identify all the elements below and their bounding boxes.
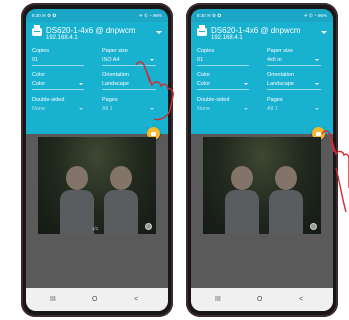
double-sided-label: Double-sided [32,97,65,103]
status-time: 8:30 ✉ ⚙ ✪ [197,13,222,18]
status-time: 8:30 ✉ ⚙ ✪ [32,13,57,18]
double-sided-caret[interactable] [79,108,83,110]
nav-bar: III O < [191,288,333,311]
paper-size-label: Paper size [102,48,128,54]
photo-dim-overlay [203,137,321,234]
printer-name[interactable]: DS620-1-4x6 @ dnpwcm [46,26,136,35]
paper-size-value[interactable]: 4x6 in [267,57,282,63]
color-label: Color [197,72,211,78]
paper-size-underline [267,65,321,66]
color-underline [32,89,84,90]
printer-icon [32,25,42,36]
orientation-label: Orientation [102,72,129,78]
copies-underline [197,65,249,66]
copies-value[interactable]: 01 [32,57,38,63]
pages-label: Pages [267,97,283,103]
nav-back-button[interactable]: < [134,288,138,311]
screen-right: 8:30 ✉ ⚙ ✪ ✈ ✆ ◔ 96% DS620-1-4x6 @ dnpwc… [191,9,333,311]
status-icons: ✈ ✆ ◔ 96% [303,13,327,18]
nav-bar: III O < [26,288,168,311]
double-sided-value[interactable]: None [197,106,210,112]
double-sided-value[interactable]: None [32,106,45,112]
color-value[interactable]: Color [197,81,210,87]
color-caret[interactable] [79,83,83,85]
orientation-underline [267,89,321,90]
printer-ip: 192.168.4.1 [211,35,243,41]
orientation-value[interactable]: Landscape [102,81,129,87]
phone-right: 8:30 ✉ ⚙ ✪ ✈ ✆ ◔ 96% DS620-1-4x6 @ dnpwc… [186,3,338,317]
dropdown-icon[interactable] [321,31,327,34]
color-underline [197,89,249,90]
nav-recents-button[interactable]: III [50,288,56,311]
color-caret[interactable] [244,83,248,85]
orientation-caret[interactable] [315,83,319,85]
double-sided-label: Double-sided [197,97,230,103]
paper-size-label: Paper size [267,48,293,54]
check-icon[interactable] [145,223,152,230]
nav-home-button[interactable]: O [257,288,262,311]
pages-caret[interactable] [315,108,319,110]
nav-recents-button[interactable]: III [215,288,221,311]
nav-back-button[interactable]: < [299,288,303,311]
phone-left: 8:30 ✉ ⚙ ✪ ✈ ✆ ◔ 96% DS620-1-4x6 @ dnpwc… [21,3,173,317]
hand-pointer-icon [321,130,349,213]
copies-label: Copies [197,48,215,54]
dropdown-icon[interactable] [156,31,162,34]
photo-preview [203,137,321,234]
photo-preview: 1/1 [38,137,156,234]
orientation-value[interactable]: Landscape [267,81,294,87]
copies-value[interactable]: 01 [197,57,203,63]
pages-value[interactable]: All 1 [267,106,278,112]
page-count: 1/1 [92,226,99,231]
printer-icon [197,25,207,36]
paper-size-value[interactable]: ISO A4 [102,57,119,63]
paper-size-caret[interactable] [315,59,319,61]
double-sided-caret[interactable] [244,108,248,110]
printer-name[interactable]: DS620-1-4x6 @ dnpwcm [211,26,301,35]
check-icon[interactable] [310,223,317,230]
status-bar: 8:30 ✉ ⚙ ✪ ✈ ✆ ◔ 96% [26,9,168,22]
print-options-panel: DS620-1-4x6 @ dnpwcm 192.168.4.1 Copies … [191,22,333,134]
printer-ip: 192.168.4.1 [46,35,78,41]
color-value[interactable]: Color [32,81,45,87]
nav-home-button[interactable]: O [92,288,97,311]
pages-value[interactable]: All 1 [102,106,113,112]
orientation-label: Orientation [267,72,294,78]
copies-underline [32,65,84,66]
copies-label: Copies [32,48,50,54]
photo-dim-overlay [38,137,156,234]
status-bar: 8:30 ✉ ⚙ ✪ ✈ ✆ ◔ 96% [191,9,333,22]
hand-pointer-icon [135,61,174,121]
color-label: Color [32,72,46,78]
status-icons: ✈ ✆ ◔ 96% [138,13,162,18]
pages-label: Pages [102,97,118,103]
